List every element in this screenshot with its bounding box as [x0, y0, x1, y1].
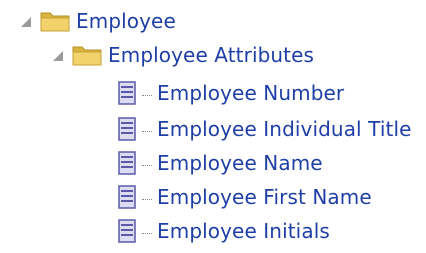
tree-item-employee-number[interactable]: Employee Number	[118, 78, 344, 108]
tree-connector	[142, 232, 152, 234]
folder-icon	[72, 44, 102, 66]
expand-toggle-icon[interactable]	[50, 48, 64, 62]
attribute-icon	[118, 117, 138, 141]
tree-item-label: Employee Individual Title	[157, 117, 412, 141]
tree-item-employee-initials[interactable]: Employee Initials	[118, 216, 330, 246]
tree-connector	[142, 164, 152, 166]
tree-node-label: Employee Attributes	[108, 43, 315, 67]
tree-node-employee[interactable]: Employee	[18, 6, 176, 36]
tree-item-label: Employee Initials	[157, 219, 330, 243]
tree-node-label: Employee	[76, 9, 176, 33]
attribute-icon	[118, 185, 138, 209]
tree-node-employee-attributes[interactable]: Employee Attributes	[50, 40, 314, 70]
tree-view: Employee Employee Attributes Employee Nu…	[0, 0, 426, 253]
tree-connector	[142, 130, 152, 132]
tree-item-label: Employee Name	[157, 151, 323, 175]
folder-icon	[40, 10, 70, 32]
tree-connector	[142, 94, 152, 96]
expand-toggle-icon[interactable]	[18, 14, 32, 28]
attribute-icon	[118, 151, 138, 175]
tree-item-label: Employee First Name	[157, 185, 372, 209]
tree-item-employee-individual-title[interactable]: Employee Individual Title	[118, 114, 412, 144]
tree-item-label: Employee Number	[157, 81, 345, 105]
tree-item-employee-name[interactable]: Employee Name	[118, 148, 323, 178]
attribute-icon	[118, 81, 138, 105]
tree-connector	[142, 198, 152, 200]
attribute-icon	[118, 219, 138, 243]
tree-item-employee-first-name[interactable]: Employee First Name	[118, 182, 372, 212]
